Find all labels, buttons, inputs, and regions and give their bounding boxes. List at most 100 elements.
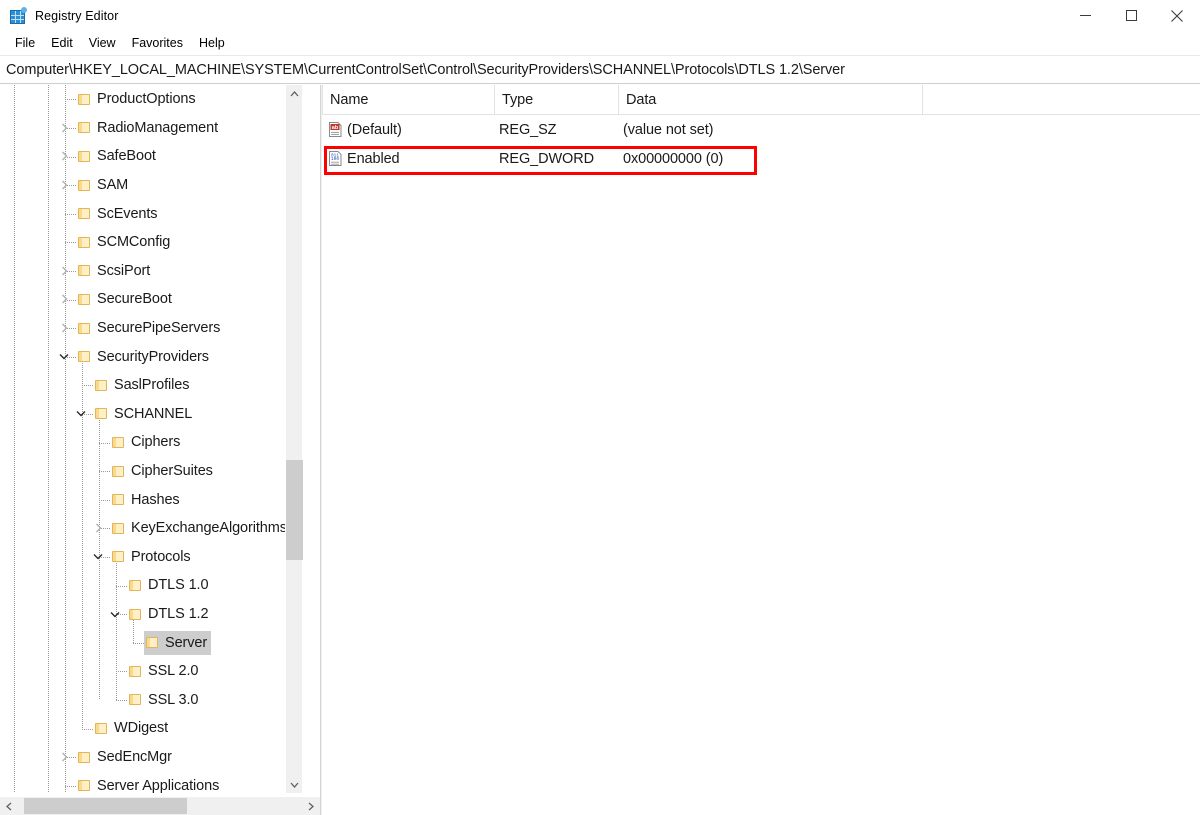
maximize-icon	[1125, 10, 1137, 21]
tree-item-dtls-1-2[interactable]: DTLS 1.2	[0, 600, 302, 629]
chevron-up-icon	[290, 90, 299, 96]
tree-item-scmconfig[interactable]: SCMConfig	[0, 228, 302, 257]
tree-item-saslprofiles[interactable]: SaslProfiles	[0, 371, 302, 400]
folder-icon	[78, 150, 91, 163]
column-header-type[interactable]: Type	[494, 85, 618, 115]
tree-item-sam[interactable]: SAM	[0, 171, 302, 200]
registry-editor-icon	[9, 6, 27, 25]
folder-icon	[112, 550, 125, 563]
menu-item-file[interactable]: File	[7, 34, 43, 52]
tree-item-scevents[interactable]: ScEvents	[0, 199, 302, 228]
minimize-icon	[1079, 15, 1091, 16]
tree-item-secureboot[interactable]: SecureBoot	[0, 285, 302, 314]
chevron-right-icon[interactable]	[57, 149, 71, 163]
tree-item-label: ProductOptions	[97, 91, 196, 108]
tree-item-label: SafeBoot	[97, 148, 156, 165]
registry-path: Computer\HKEY_LOCAL_MACHINE\SYSTEM\Curre…	[6, 61, 845, 78]
folder-icon	[112, 493, 125, 506]
tree-item-label: ScEvents	[97, 205, 158, 222]
tree-item-securepipeservers[interactable]: SecurePipeServers	[0, 314, 302, 343]
tree-item-ssl-2-0[interactable]: SSL 2.0	[0, 657, 302, 686]
tree-item-scsiport[interactable]: ScsiPort	[0, 257, 302, 286]
svg-text:ab: ab	[332, 125, 339, 131]
chevron-down-icon	[290, 782, 299, 788]
tree-item-protocols[interactable]: Protocols	[0, 543, 302, 572]
tree-item-productoptions[interactable]: ProductOptions	[0, 85, 302, 114]
window-title: Registry Editor	[35, 8, 119, 23]
menu-item-view[interactable]: View	[81, 34, 124, 52]
tree-item-sedencmgr[interactable]: SedEncMgr	[0, 743, 302, 772]
values-column-header: Name Type Data	[322, 85, 1200, 115]
registry-tree[interactable]: ProductOptions RadioManagement SafeBoot SAM…	[0, 85, 302, 793]
dword-value-icon: 011 100	[327, 150, 344, 167]
folder-icon	[112, 465, 125, 478]
tree-item-schannel[interactable]: SCHANNEL	[0, 400, 302, 429]
chevron-right-icon[interactable]	[57, 178, 71, 192]
column-header-data[interactable]: Data	[618, 85, 922, 115]
tree-item-server[interactable]: Server	[0, 628, 302, 657]
tree-item-ciphersuites[interactable]: CipherSuites	[0, 457, 302, 486]
tree-item-label: SCMConfig	[97, 234, 171, 251]
tree-item-server-applications[interactable]: Server Applications	[0, 771, 302, 793]
value-row[interactable]: 011 100 Enabled REG_DWORD 0x00000000 (0)	[322, 144, 1200, 173]
scroll-right-button[interactable]	[302, 797, 320, 815]
value-name: (Default)	[347, 121, 402, 138]
folder-icon	[78, 751, 91, 764]
folder-icon	[78, 93, 91, 106]
close-button[interactable]	[1154, 0, 1200, 31]
folder-icon	[129, 665, 142, 678]
menu-bar: File Edit View Favorites Help	[0, 31, 1200, 55]
chevron-down-icon[interactable]	[108, 607, 122, 621]
chevron-down-icon[interactable]	[57, 350, 71, 364]
window-controls	[1062, 0, 1200, 31]
menu-item-favorites[interactable]: Favorites	[124, 34, 191, 52]
tree-item-keyexchangealgorithms[interactable]: KeyExchangeAlgorithms	[0, 514, 302, 543]
chevron-down-icon[interactable]	[74, 407, 88, 421]
tree-item-safeboot[interactable]: SafeBoot	[0, 142, 302, 171]
chevron-right-icon[interactable]	[57, 264, 71, 278]
tree-item-label: RadioManagement	[97, 119, 219, 136]
tree-horizontal-scrollbar[interactable]	[0, 797, 320, 815]
chevron-right-icon[interactable]	[91, 521, 105, 535]
tree-item-label: Server	[165, 634, 208, 651]
address-bar[interactable]: Computer\HKEY_LOCAL_MACHINE\SYSTEM\Curre…	[0, 55, 1200, 84]
chevron-right-icon[interactable]	[57, 121, 71, 135]
folder-icon	[78, 121, 91, 134]
values-list[interactable]: ab (Default) REG_SZ (value not set) 011 100 En…	[322, 115, 1200, 173]
tree-item-label: SSL 2.0	[148, 663, 199, 680]
tree-item-dtls-1-0[interactable]: DTLS 1.0	[0, 571, 302, 600]
tree-item-label: SSL 3.0	[148, 691, 199, 708]
registry-tree-panel: ProductOptions RadioManagement SafeBoot SAM…	[0, 85, 320, 815]
tree-item-label: KeyExchangeAlgorithms	[131, 520, 287, 537]
column-header-name[interactable]: Name	[322, 85, 494, 115]
maximize-button[interactable]	[1108, 0, 1154, 31]
tree-scrollbar-thumb[interactable]	[286, 460, 303, 560]
tree-item-label: CipherSuites	[131, 463, 213, 480]
tree-item-ciphers[interactable]: Ciphers	[0, 428, 302, 457]
scroll-up-button[interactable]	[286, 85, 303, 102]
menu-item-edit[interactable]: Edit	[43, 34, 81, 52]
tree-item-securityproviders[interactable]: SecurityProviders	[0, 342, 302, 371]
scroll-down-button[interactable]	[286, 776, 303, 793]
value-row[interactable]: ab (Default) REG_SZ (value not set)	[322, 115, 1200, 144]
tree-item-label: SecurityProviders	[97, 348, 209, 365]
folder-icon	[95, 407, 108, 420]
chevron-right-icon[interactable]	[57, 292, 71, 306]
minimize-button[interactable]	[1062, 0, 1108, 31]
chevron-down-icon[interactable]	[91, 550, 105, 564]
menu-item-help[interactable]: Help	[191, 34, 233, 52]
tree-item-wdigest[interactable]: WDigest	[0, 714, 302, 743]
tree-item-label: ScsiPort	[97, 262, 151, 279]
chevron-right-icon[interactable]	[57, 321, 71, 335]
tree-item-radiomanagement[interactable]: RadioManagement	[0, 114, 302, 143]
tree-item-ssl-3-0[interactable]: SSL 3.0	[0, 686, 302, 715]
tree-item-hashes[interactable]: Hashes	[0, 485, 302, 514]
tree-hscrollbar-thumb[interactable]	[24, 798, 187, 814]
folder-icon	[78, 779, 91, 792]
chevron-right-icon	[308, 802, 314, 810]
folder-icon	[78, 350, 91, 363]
scroll-left-button[interactable]	[0, 797, 18, 815]
chevron-right-icon[interactable]	[57, 750, 71, 764]
tree-item-label: WDigest	[114, 720, 169, 737]
tree-vertical-scrollbar[interactable]	[285, 85, 303, 793]
